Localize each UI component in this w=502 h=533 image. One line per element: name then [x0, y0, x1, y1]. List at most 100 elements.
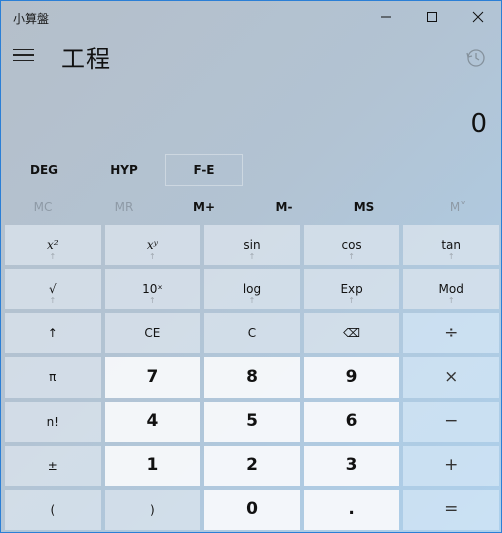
negate-button[interactable]: ± [5, 445, 101, 486]
backspace-icon: ⌫ [343, 326, 361, 341]
shift-indicator-icon: ↑ [447, 296, 455, 306]
shift-indicator-icon: ↑ [49, 296, 57, 306]
key-label: Mod [438, 282, 464, 297]
factorial-button[interactable]: n! [5, 401, 101, 442]
digit-8-button[interactable]: 8 [204, 357, 300, 398]
key-label: x² [47, 238, 59, 253]
key-label: xʸ [146, 238, 158, 253]
clear-entry-button[interactable]: CE [104, 313, 201, 354]
key-label: C [247, 326, 257, 341]
key-label: 3 [345, 455, 358, 476]
mod-button[interactable]: Mod ↑ [403, 269, 499, 310]
shift-indicator-icon: ↑ [49, 252, 57, 262]
key-label: = [444, 499, 459, 520]
key-label: 8 [246, 366, 258, 387]
memory-recall-button[interactable]: MR [84, 191, 164, 223]
history-icon[interactable] [465, 47, 489, 71]
key-label: × [444, 366, 459, 387]
digit-9-button[interactable]: 9 [303, 357, 400, 398]
square-button[interactable]: x² ↑ [5, 225, 101, 266]
tan-button[interactable]: tan ↑ [403, 225, 499, 266]
key-label: 6 [345, 411, 358, 432]
key-label: π [49, 370, 57, 385]
close-icon [472, 11, 484, 23]
key-label: cos [341, 238, 362, 253]
key-label: n! [46, 414, 59, 429]
fe-button[interactable]: F-E [165, 154, 243, 186]
key-label: ÷ [444, 322, 459, 343]
multiply-button[interactable]: × [403, 357, 499, 398]
sin-button[interactable]: sin ↑ [204, 225, 300, 266]
key-label: 5 [246, 411, 258, 432]
key-label: 1 [146, 455, 159, 476]
key-label: + [444, 455, 459, 476]
mode-title: 工程 [61, 46, 111, 73]
digit-5-button[interactable]: 5 [204, 401, 300, 442]
memory-subtract-button[interactable]: M- [244, 191, 324, 223]
square-root-button[interactable]: √ ↑ [5, 269, 101, 310]
log-button[interactable]: log ↑ [204, 269, 300, 310]
shift-indicator-icon: ↑ [149, 252, 156, 262]
key-label: 4 [146, 411, 159, 432]
digit-4-button[interactable]: 4 [104, 401, 201, 442]
hyp-button[interactable]: HYP [85, 154, 163, 186]
minimize-button[interactable] [363, 1, 409, 33]
maximize-icon [427, 12, 437, 22]
key-label: 10ˣ [142, 282, 163, 297]
digit-1-button[interactable]: 1 [104, 445, 201, 486]
maximize-button[interactable] [409, 1, 455, 33]
app-title: 小算盤 [13, 12, 50, 26]
keypad: x² ↑ xʸ ↑ sin ↑ cos ↑ tan ↑ √ ↑ 10ˣ ↑ log ↑ Exp ↑ Mod ↑ ↑ CE C… [5, 225, 499, 530]
key-label: sin [243, 238, 261, 253]
add-button[interactable]: + [403, 445, 499, 486]
key-label: ) [150, 502, 155, 517]
digit-7-button[interactable]: 7 [104, 357, 201, 398]
pi-button[interactable]: π [5, 357, 101, 398]
deg-button[interactable]: DEG [5, 154, 83, 186]
decimal-button[interactable]: . [303, 489, 400, 530]
header: 工程 [1, 37, 501, 77]
power-button[interactable]: xʸ ↑ [104, 225, 201, 266]
digit-2-button[interactable]: 2 [204, 445, 300, 486]
divide-button[interactable]: ÷ [403, 313, 499, 354]
key-label: . [348, 499, 355, 520]
cos-button[interactable]: cos ↑ [303, 225, 400, 266]
key-label: ± [47, 458, 58, 473]
key-label: − [444, 411, 459, 432]
clear-button[interactable]: C [204, 313, 300, 354]
digit-3-button[interactable]: 3 [303, 445, 400, 486]
memory-list-button[interactable]: M˅ [418, 191, 498, 223]
open-paren-button[interactable]: ( [5, 489, 101, 530]
mode-row: DEG HYP F-E [5, 154, 497, 186]
shift-indicator-icon: ↑ [248, 252, 256, 262]
shift-indicator-icon: ↑ [248, 296, 256, 306]
title-bar[interactable]: 小算盤 [1, 1, 501, 33]
memory-store-button[interactable]: MS [324, 191, 404, 223]
key-label: Exp [340, 282, 363, 297]
memory-add-button[interactable]: M+ [164, 191, 244, 223]
key-label: ( [50, 502, 56, 517]
backspace-button[interactable]: ⌫ [303, 313, 400, 354]
close-paren-button[interactable]: ) [104, 489, 201, 530]
digit-0-button[interactable]: 0 [204, 489, 300, 530]
memory-row: MC MR M+ M- MS M˅ [1, 191, 501, 223]
hamburger-icon[interactable] [13, 43, 37, 67]
key-label: 0 [246, 499, 258, 520]
close-button[interactable] [455, 1, 501, 33]
shift-indicator-icon: ↑ [348, 252, 355, 262]
key-label: CE [144, 326, 161, 341]
key-label: log [242, 282, 262, 297]
memory-clear-button[interactable]: MC [3, 191, 83, 223]
shift-indicator-icon: ↑ [447, 252, 455, 262]
key-label: 9 [345, 366, 358, 387]
key-label: ↑ [47, 326, 58, 341]
ten-power-button[interactable]: 10ˣ ↑ [104, 269, 201, 310]
key-label: tan [441, 238, 462, 253]
exp-button[interactable]: Exp ↑ [303, 269, 400, 310]
equals-button[interactable]: = [403, 489, 499, 530]
key-label: 2 [246, 455, 258, 476]
subtract-button[interactable]: − [403, 401, 499, 442]
key-label: √ [48, 282, 57, 297]
second-function-button[interactable]: ↑ [5, 313, 101, 354]
digit-6-button[interactable]: 6 [303, 401, 400, 442]
